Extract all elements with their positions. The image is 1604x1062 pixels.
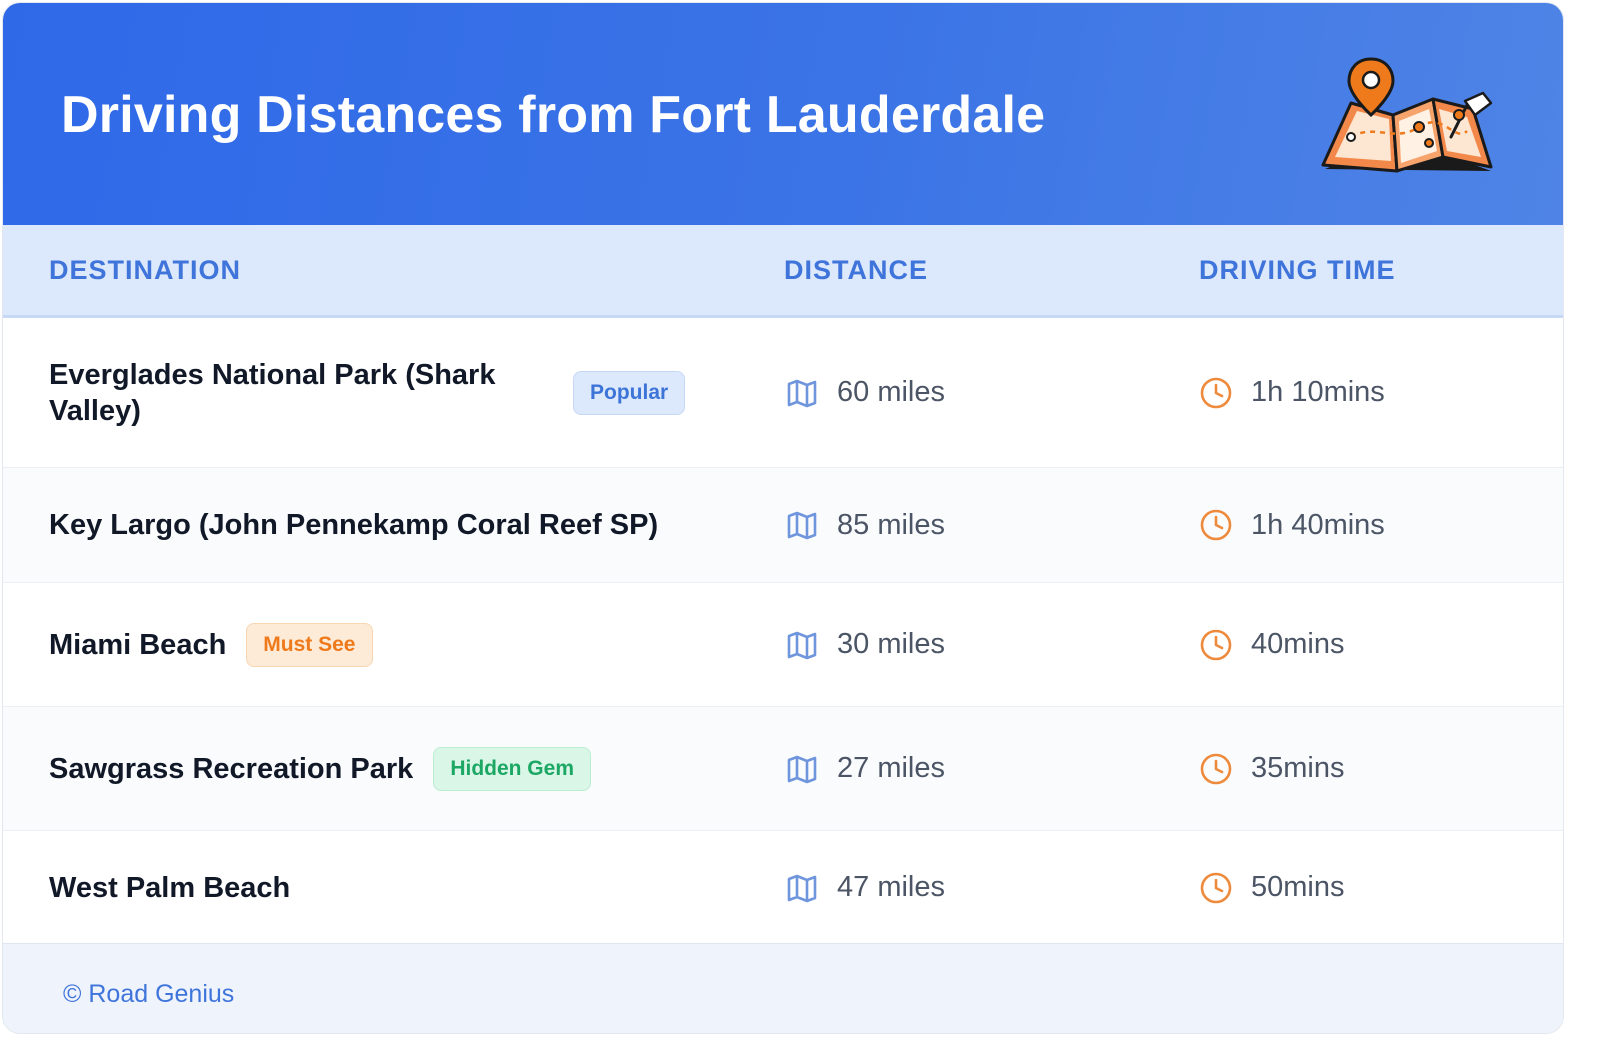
destination-name: Miami Beach <box>49 628 227 661</box>
status-badge: Hidden Gem <box>433 746 591 791</box>
destination-cell: Miami Beach Must See <box>49 622 373 667</box>
clock-icon <box>1200 629 1232 660</box>
destination-cell: Sawgrass Recreation Park Hidden Gem <box>49 746 591 791</box>
column-header-driving-time: DRIVING TIME <box>1199 255 1396 285</box>
clock-icon <box>1200 753 1232 784</box>
distance-cell: 47 miles <box>785 871 945 905</box>
clock-icon <box>1200 509 1232 541</box>
status-badge: Must See <box>246 622 373 667</box>
table-header: DESTINATION DISTANCE DRIVING TIME <box>3 225 1563 318</box>
clock-icon <box>1200 872 1232 903</box>
distance-cell: 30 miles <box>785 628 945 662</box>
map-icon <box>787 755 817 783</box>
time-value: 50mins <box>1251 871 1345 903</box>
time-cell: 1h 10mins <box>1199 376 1385 410</box>
destination-cell: Key Largo (John Pennekamp Coral Reef SP) <box>49 507 658 543</box>
distance-value: 47 miles <box>837 871 945 903</box>
distance-value: 30 miles <box>837 628 945 660</box>
distance-cell: 27 miles <box>785 752 945 786</box>
time-cell: 1h 40mins <box>1199 508 1385 542</box>
map-icon <box>787 379 817 407</box>
time-value: 1h 40mins <box>1251 508 1385 541</box>
table-row: Miami Beach Must See 30 miles 40mins <box>3 583 1563 707</box>
distance-card: Driving Distances from Fort Lauderdale D… <box>2 2 1564 1034</box>
table-row: West Palm Beach 47 miles 50mins <box>3 831 1563 945</box>
time-value: 40mins <box>1251 628 1345 660</box>
table-row: Key Largo (John Pennekamp Coral Reef SP)… <box>3 468 1563 583</box>
distance-value: 85 miles <box>837 508 945 541</box>
distance-cell: 60 miles <box>785 376 945 410</box>
table-row: Sawgrass Recreation Park Hidden Gem 27 m… <box>3 707 1563 831</box>
header-banner: Driving Distances from Fort Lauderdale <box>3 3 1563 225</box>
footer: © Road Genius <box>3 943 1563 1033</box>
copyright-text: © Road Genius <box>63 980 235 1008</box>
destination-cell: Everglades National Park (Shark Valley) … <box>49 357 686 429</box>
destination-name: West Palm Beach <box>49 871 291 904</box>
time-value: 35mins <box>1251 752 1345 784</box>
time-value: 1h 10mins <box>1251 376 1385 408</box>
destination-name: Sawgrass Recreation Park <box>49 752 414 785</box>
time-cell: 50mins <box>1199 871 1345 905</box>
destination-cell: West Palm Beach <box>49 870 290 906</box>
destination-name: Everglades National Park (Shark Valley) <box>49 358 496 427</box>
map-icon <box>787 631 817 659</box>
table-row: Everglades National Park (Shark Valley) … <box>3 318 1563 468</box>
map-icon <box>787 874 817 902</box>
time-cell: 35mins <box>1199 752 1345 786</box>
map-with-pins-icon <box>1321 57 1493 173</box>
destination-name: Key Largo (John Pennekamp Coral Reef SP) <box>49 509 659 541</box>
status-badge: Popular <box>573 370 686 415</box>
clock-icon <box>1200 377 1232 408</box>
distance-value: 27 miles <box>837 752 945 784</box>
table-body: Everglades National Park (Shark Valley) … <box>3 318 1563 945</box>
time-cell: 40mins <box>1199 628 1345 662</box>
map-icon <box>787 511 817 540</box>
distance-value: 60 miles <box>837 376 945 408</box>
distance-cell: 85 miles <box>785 508 945 542</box>
column-header-destination: DESTINATION <box>49 255 241 285</box>
column-header-distance: DISTANCE <box>784 255 929 285</box>
page-title: Driving Distances from Fort Lauderdale <box>61 86 1046 144</box>
